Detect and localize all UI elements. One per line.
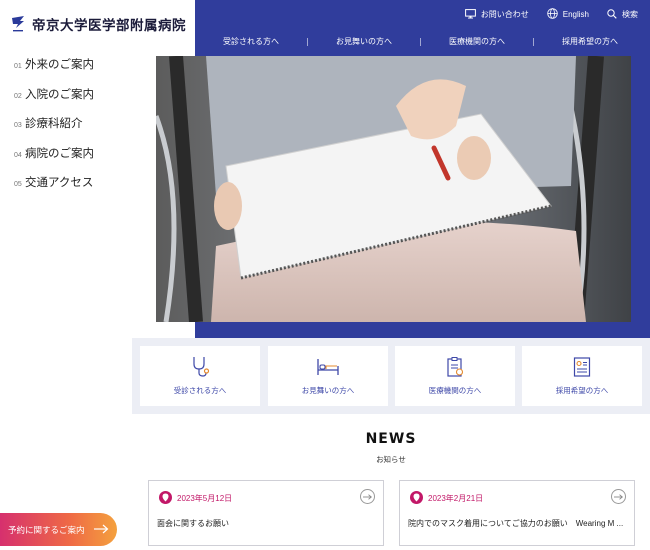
card-label: 受診される方へ — [173, 386, 227, 395]
audience-cards: 受診される方へ お見舞いの方へ 医療機関の方へ 採用希望の方へ — [132, 338, 650, 414]
location-pin-icon — [159, 491, 172, 504]
sidebar-item-number: 04 — [14, 151, 22, 159]
news-card[interactable]: 2023年5月12日 面会に関するお願い — [148, 480, 384, 546]
monitor-icon — [464, 8, 476, 21]
global-nav: 受診される方へ お見舞いの方へ 医療機関の方へ 採用希望の方へ — [195, 36, 650, 47]
search-label: 検索 — [622, 10, 638, 19]
nav-visitors[interactable]: お見舞いの方へ — [308, 36, 420, 47]
sidebar-item-number: 02 — [14, 92, 22, 100]
sidebar-item-number: 03 — [14, 122, 22, 129]
sidebar-item-number: 05 — [14, 181, 22, 188]
hospital-bed-icon — [316, 356, 340, 378]
sidebar-item-inpatient[interactable]: 02 入院のご案内 — [14, 86, 94, 116]
language-label: English — [562, 10, 589, 19]
top-header: お問い合わせ English 検索 受診される方へ お見舞いの方へ 医療機関の方… — [195, 0, 650, 56]
sidebar-item-outpatient[interactable]: 01 外来のご案内 — [14, 56, 94, 86]
site-logo[interactable]: 帝京大学医学部附属病院 — [10, 14, 186, 34]
arrow-right-icon — [93, 521, 109, 542]
card-label: 採用希望の方へ — [555, 386, 609, 395]
news-heading: NEWS — [365, 431, 417, 447]
sidebar-nav: 01 外来のご案内 02 入院のご案内 03 診療科紹介 04 病院のご案内 0… — [14, 56, 94, 204]
card-label: 医療機関の方へ — [428, 386, 482, 395]
sidebar-item-label: 入院のご案内 — [25, 88, 94, 101]
utility-nav: お問い合わせ English 検索 — [464, 8, 638, 21]
location-pin-icon — [410, 491, 423, 504]
nav-recruitment[interactable]: 採用希望の方へ — [534, 36, 646, 47]
card-patients[interactable]: 受診される方へ — [140, 346, 260, 406]
site-name: 帝京大学医学部附属病院 — [32, 18, 186, 33]
language-link[interactable]: English — [546, 8, 589, 21]
arrow-right-circle-icon[interactable] — [360, 489, 375, 504]
hospital-emblem-icon — [10, 14, 26, 34]
news-text: 面会に関するお願い — [157, 519, 229, 528]
nav-patients[interactable]: 受診される方へ — [195, 36, 307, 47]
reservation-label: 予約に関するご案内 — [8, 524, 85, 535]
card-label: お見舞いの方へ — [301, 386, 355, 395]
hero-image — [156, 56, 631, 322]
card-visitors[interactable]: お見舞いの方へ — [268, 346, 388, 406]
search-link[interactable]: 検索 — [607, 8, 638, 21]
news-subheading: お知らせ — [376, 455, 406, 464]
sidebar-item-label: 診療科紹介 — [25, 118, 83, 130]
contact-label: お問い合わせ — [480, 10, 529, 19]
sidebar-item-label: 病院のご案内 — [25, 147, 94, 160]
news-date: 2023年2月21日 — [428, 494, 484, 503]
clipboard-icon — [445, 356, 465, 378]
reservation-button[interactable]: 予約に関するご案内 — [0, 513, 117, 546]
sidebar-item-access[interactable]: 05 交通アクセス — [14, 174, 94, 204]
sidebar-item-number: 01 — [14, 63, 22, 70]
card-medical-institutions[interactable]: 医療機関の方へ — [395, 346, 515, 406]
arrow-right-circle-icon[interactable] — [611, 489, 626, 504]
resume-icon — [572, 356, 592, 378]
sidebar-item-hospital-guide[interactable]: 04 病院のご案内 — [14, 145, 94, 175]
card-recruitment[interactable]: 採用希望の方へ — [522, 346, 642, 406]
contact-link[interactable]: お問い合わせ — [464, 8, 529, 21]
sidebar-item-label: 外来のご案内 — [25, 59, 94, 71]
news-date: 2023年5月12日 — [177, 494, 233, 503]
news-card[interactable]: 2023年2月21日 院内でのマスク着用についてご協力のお願い Wearing … — [399, 480, 635, 546]
globe-icon — [546, 8, 558, 21]
news-text: 院内でのマスク着用についてご協力のお願い Wearing M ... — [408, 519, 624, 528]
sidebar-item-label: 交通アクセス — [25, 177, 94, 189]
sidebar-item-departments[interactable]: 03 診療科紹介 — [14, 115, 94, 145]
stethoscope-icon — [190, 356, 210, 378]
nav-medical-institutions[interactable]: 医療機関の方へ — [421, 36, 533, 47]
search-icon — [607, 8, 617, 21]
